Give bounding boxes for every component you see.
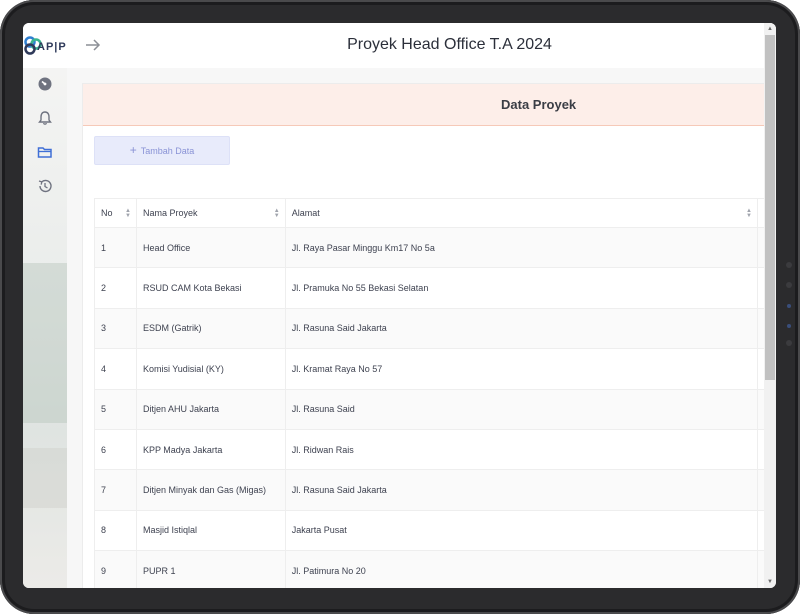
cell-no: 8 — [94, 509, 137, 552]
logo-text: AP|P — [37, 41, 67, 53]
dashboard-gauge-icon[interactable] — [37, 76, 53, 92]
arrow-right-icon[interactable] — [83, 35, 103, 55]
cell-no: 3 — [94, 307, 137, 350]
table-row[interactable]: 7 Ditjen Minyak dan Gas (Migas) Jl. Rasu… — [94, 469, 764, 511]
cell-name: Komisi Yudisial (KY) — [135, 348, 286, 390]
cell-no: 9 — [94, 550, 137, 588]
column-header-nama-proyek[interactable]: Nama Proyek ▲ ▼ — [135, 198, 286, 228]
table-row[interactable]: 6 KPP Madya Jakarta Jl. Ridwan Rais — [94, 428, 764, 471]
sort-icon: ▲ ▼ — [273, 208, 280, 219]
page-title: Proyek Head Office T.A 2024 — [347, 36, 552, 53]
tablet-frame: AP|P Proyek Head Office T.A 2024 Data Pr… — [0, 0, 800, 614]
cell-name: Masjid Istiqlal — [135, 509, 286, 552]
column-header-label: Alamat — [291, 208, 320, 218]
card-title: Data Proyek — [501, 97, 577, 112]
table-row[interactable]: 8 Masjid Istiqlal Jakarta Pusat — [94, 509, 764, 552]
history-icon[interactable] — [37, 178, 53, 194]
sort-icon: ▲ ▼ — [746, 208, 752, 219]
cell-name: Ditjen AHU Jakarta — [135, 388, 286, 430]
table-row[interactable]: 5 Ditjen AHU Jakarta Jl. Rasuna Said — [94, 388, 764, 430]
plus-icon: + — [129, 143, 137, 157]
table-row[interactable]: 3 ESDM (Gatrik) Jl. Rasuna Said Jakarta — [94, 307, 764, 350]
cell-no: 6 — [94, 428, 137, 471]
cell-name: ESDM (Gatrik) — [135, 307, 286, 350]
column-header-no[interactable]: No ▲ ▼ — [94, 198, 137, 228]
scrollbar-thumb[interactable] — [765, 35, 775, 380]
main-content: Data Proyek + Tambah Data No ▲ ▼ Nama Pr… — [67, 68, 764, 588]
table-row[interactable]: 4 Komisi Yudisial (KY) Jl. Kramat Raya N… — [94, 348, 764, 390]
cell-address: Jl. Rasuna Said — [284, 388, 758, 430]
folder-icon[interactable] — [37, 144, 53, 160]
cell-address: Jl. Kramat Raya No 57 — [284, 348, 758, 390]
cell-address: Jl. Ridwan Rais — [284, 428, 758, 471]
cell-address: Jakarta Pusat — [284, 509, 758, 552]
sidebar-background-image — [23, 263, 67, 423]
cell-no: 5 — [94, 388, 137, 430]
cell-no: 2 — [94, 267, 137, 309]
column-header-label: No — [101, 208, 113, 218]
cell-name: KPP Madya Jakarta — [135, 428, 286, 471]
device-side-buttons — [784, 262, 798, 352]
cell-no: 4 — [94, 348, 137, 390]
projects-table: No ▲ ▼ Nama Proyek ▲ ▼ Alamat ▲ ▼ 1 Head… — [94, 198, 764, 588]
add-data-label: Tambah Data — [140, 146, 195, 156]
scroll-down-arrow-icon[interactable]: ▼ — [766, 578, 774, 586]
cell-name: Head Office — [135, 226, 286, 269]
cell-address: Jl. Rasuna Said Jakarta — [284, 469, 758, 511]
cell-name: RSUD CAM Kota Bekasi — [135, 267, 286, 309]
cell-no: 1 — [94, 226, 137, 269]
app-logo[interactable]: AP|P — [23, 35, 69, 59]
sidebar-background-image — [23, 448, 67, 508]
cell-no: 7 — [94, 469, 137, 511]
card-header: Data Proyek — [83, 84, 764, 126]
column-header-alamat[interactable]: Alamat ▲ ▼ — [284, 198, 758, 228]
table-row[interactable]: 1 Head Office Jl. Raya Pasar Minggu Km17… — [94, 226, 764, 269]
cell-address: Jl. Raya Pasar Minggu Km17 No 5a — [284, 226, 758, 269]
table-row[interactable]: 9 PUPR 1 Jl. Patimura No 20 — [94, 550, 764, 588]
cell-address: Jl. Rasuna Said Jakarta — [284, 307, 758, 350]
data-proyek-card: Data Proyek + Tambah Data No ▲ ▼ Nama Pr… — [82, 83, 764, 588]
scroll-up-arrow-icon[interactable]: ▲ — [766, 25, 774, 33]
bell-icon[interactable] — [37, 110, 53, 126]
vertical-scrollbar[interactable]: ▲ ▼ — [764, 23, 776, 588]
add-data-button[interactable]: + Tambah Data — [94, 136, 230, 165]
table-row[interactable]: 2 RSUD CAM Kota Bekasi Jl. Pramuka No 55… — [94, 267, 764, 309]
sort-icon: ▲ ▼ — [125, 208, 131, 219]
cell-address: Jl. Pramuka No 55 Bekasi Selatan — [284, 267, 758, 309]
cell-address: Jl. Patimura No 20 — [284, 550, 758, 588]
table-header-row: No ▲ ▼ Nama Proyek ▲ ▼ Alamat ▲ ▼ — [94, 198, 764, 228]
sidebar — [23, 68, 67, 588]
screen: AP|P Proyek Head Office T.A 2024 Data Pr… — [23, 23, 776, 588]
cell-name: PUPR 1 — [135, 550, 286, 588]
cell-name: Ditjen Minyak dan Gas (Migas) — [135, 469, 286, 511]
column-header-label: Nama Proyek — [142, 208, 198, 218]
top-bar: AP|P Proyek Head Office T.A 2024 — [23, 23, 776, 68]
